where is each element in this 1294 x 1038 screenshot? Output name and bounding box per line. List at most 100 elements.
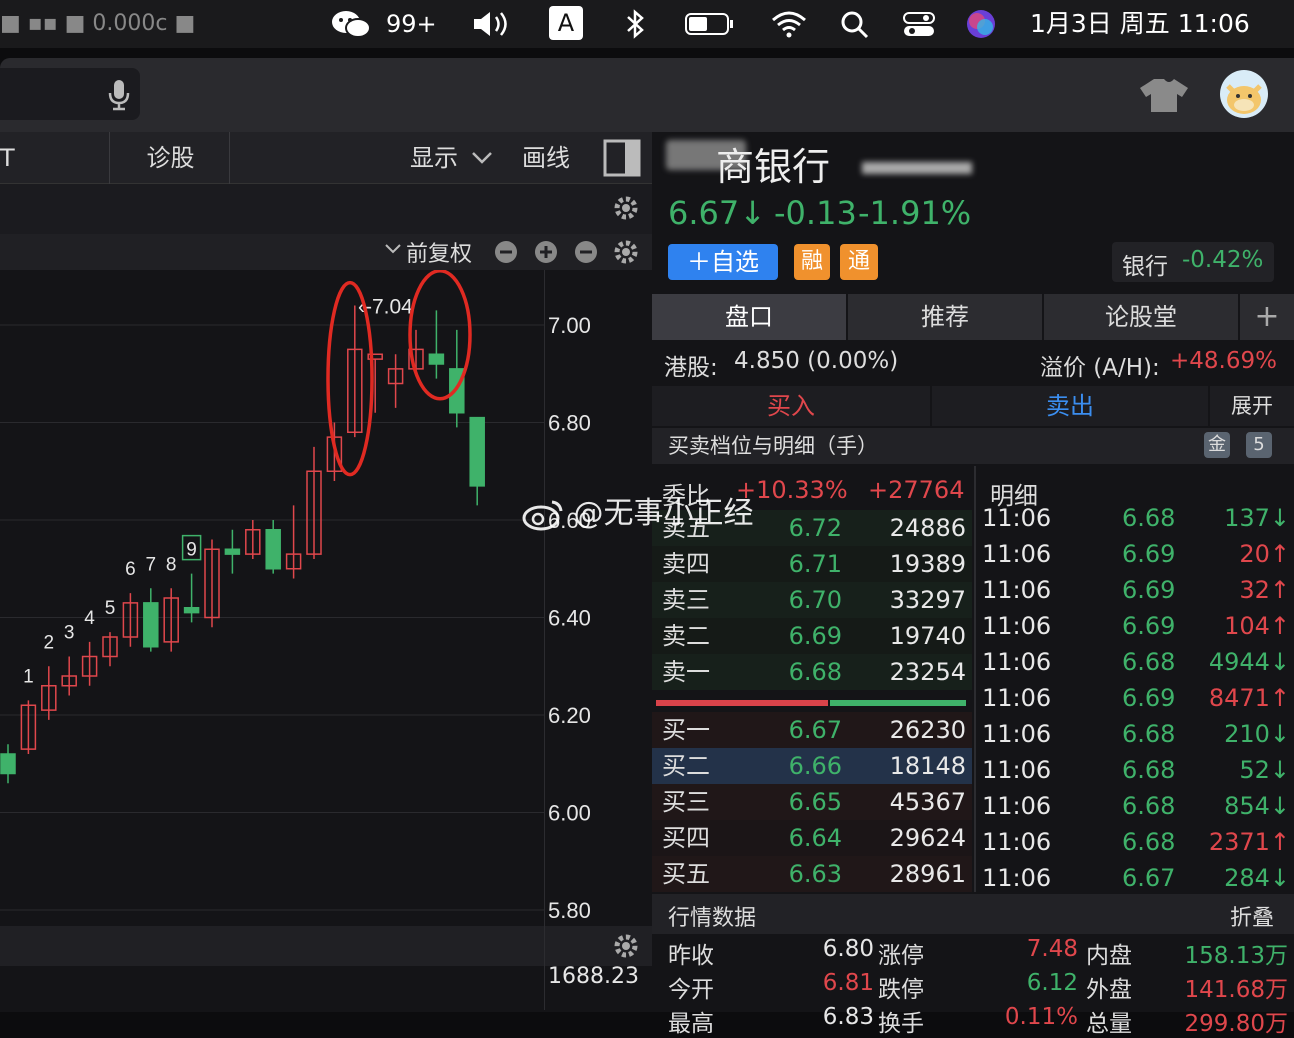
tick-volume: 20↑ [1239, 540, 1290, 568]
add-tab-icon[interactable]: + [1240, 294, 1294, 340]
chevron-down-icon[interactable] [470, 148, 494, 172]
tick-row: 11:06 6.69 20↑ [982, 536, 1294, 572]
tick-volume: 8471↑ [1208, 684, 1290, 712]
ask-level-2[interactable]: 卖二 6.69 19740 [652, 618, 972, 654]
candlestick-plot[interactable]: 7.006.806.606.406.206.005.8012 34 56 7 89‹-7… [0, 270, 652, 926]
tab-recommend[interactable]: 推荐 [848, 294, 1042, 340]
tick-time: 11:06 [982, 864, 1052, 892]
tick-row: 11:06 6.68 4944↓ [982, 644, 1294, 680]
tab-forum[interactable]: 论股堂 [1044, 294, 1238, 340]
microphone-icon[interactable] [106, 78, 132, 116]
sequence-tag: 9 [186, 540, 197, 561]
market-value: 299.80万 [1184, 1011, 1288, 1037]
tick-price: 6.69 [1122, 612, 1176, 640]
sell-strength-bar [830, 700, 966, 706]
chevron-down-icon[interactable] [384, 240, 402, 262]
sector-chip[interactable]: 银行 -0.42% [1112, 242, 1274, 282]
quote-panel: 商银行 6.67↓ -0.13 -1.91% ＋自选 融 通 银行 -0.42%… [652, 132, 1294, 1037]
ask-level-label: 卖二 [662, 622, 710, 650]
avatar[interactable] [1220, 70, 1268, 118]
premium-value: +48.69% [1170, 348, 1277, 374]
wechat-icon[interactable] [330, 8, 374, 48]
ask-level-volume: 33297 [889, 586, 966, 614]
bid-level-volume: 18148 [889, 752, 966, 780]
settings-gear-icon[interactable] [612, 238, 640, 270]
blurred-code [862, 162, 972, 174]
ask-level-4[interactable]: 卖四 6.71 19389 [652, 546, 972, 582]
ask-level-price: 6.71 [788, 550, 842, 578]
sequence-tag: 1 [23, 666, 34, 687]
tick-row: 11:06 6.69 104↑ [982, 608, 1294, 644]
ask-level-3[interactable]: 卖三 6.70 33297 [652, 582, 972, 618]
panel-toggle-icon[interactable] [603, 139, 641, 181]
buy-button[interactable]: 买入 [652, 386, 930, 426]
fold-button[interactable]: 折叠 [1230, 900, 1274, 932]
adjust-mode-dropdown[interactable]: 前复权 [406, 236, 472, 268]
bid-level-4[interactable]: 买四 6.64 29624 [652, 820, 972, 856]
sequence-tag: 4 [84, 608, 95, 629]
input-method-icon[interactable]: A [549, 6, 583, 40]
tick-volume: 104↑ [1224, 612, 1290, 640]
sequence-tag: 7 [146, 554, 157, 575]
sub-indicator-bar [0, 926, 652, 966]
market-label: 换手 [878, 1011, 924, 1037]
sector-name: 银行 [1122, 254, 1168, 280]
siri-icon[interactable] [964, 8, 998, 48]
settings-gear-icon[interactable] [612, 932, 640, 964]
level-five-badge[interactable]: 5 [1246, 432, 1272, 458]
zoom-in-icon[interactable] [534, 240, 558, 268]
bluetooth-icon[interactable] [623, 8, 647, 48]
bid-level-label: 买四 [662, 824, 710, 852]
tick-time: 11:06 [982, 612, 1052, 640]
wifi-icon[interactable] [770, 8, 808, 48]
bid-level-2[interactable]: 买二 6.66 18148 [652, 748, 972, 784]
settings-gear-icon[interactable] [612, 194, 640, 226]
bid-level-1[interactable]: 买一 6.67 26230 [652, 712, 972, 748]
bid-level-price: 6.66 [788, 752, 842, 780]
menu-bar-datetime[interactable]: 1月3日 周五 11:06 [1030, 8, 1250, 40]
tick-price: 6.68 [1122, 504, 1176, 532]
tick-volume: 2371↑ [1208, 828, 1290, 856]
zoom-out-icon[interactable] [494, 240, 518, 268]
expand-button[interactable]: 展开 [1210, 386, 1294, 426]
skin-theme-icon[interactable] [1138, 76, 1190, 118]
add-watchlist-button[interactable]: ＋自选 [668, 244, 778, 280]
bid-level-price: 6.65 [788, 788, 842, 816]
tick-time: 11:06 [982, 576, 1052, 604]
ask-level-price: 6.72 [788, 514, 842, 542]
market-label: 今开 [668, 977, 714, 1003]
tick-row: 11:06 6.69 8471↑ [982, 680, 1294, 716]
draw-line-button[interactable]: 画线 [514, 132, 578, 184]
margin-badge[interactable]: 融 [794, 244, 830, 280]
bid-level-volume: 26230 [889, 716, 966, 744]
tick-price: 6.69 [1122, 684, 1176, 712]
ask-level-label: 卖四 [662, 550, 710, 578]
connect-badge[interactable]: 通 [840, 244, 878, 280]
volume-icon[interactable] [470, 8, 514, 48]
tick-row: 11:06 6.67 284↓ [982, 860, 1294, 896]
sequence-tag: 5 [105, 598, 116, 619]
market-label: 跌停 [878, 977, 924, 1003]
bid-level-5[interactable]: 买五 6.63 28961 [652, 856, 972, 892]
display-dropdown[interactable]: 显示 [404, 132, 464, 184]
bid-level-3[interactable]: 买三 6.65 45367 [652, 784, 972, 820]
spotlight-search-icon[interactable] [840, 8, 870, 48]
search-input[interactable] [0, 68, 140, 120]
sequence-tag: 3 [64, 623, 75, 644]
tab-orderbook[interactable]: 盘口 [652, 294, 846, 340]
diagnose-button[interactable]: 诊股 [112, 132, 230, 184]
sell-button[interactable]: 卖出 [932, 386, 1208, 426]
market-value: 6.81 [822, 970, 874, 996]
control-center-icon[interactable] [902, 8, 936, 48]
market-value: 6.80 [822, 936, 874, 962]
gold-badge[interactable]: 金 [1204, 432, 1230, 458]
y-axis-label: 7.00 [548, 313, 591, 338]
ask-level-1[interactable]: 卖一 6.68 23254 [652, 654, 972, 690]
price-change-pct: -1.91% [858, 194, 972, 232]
tick-price: 6.69 [1122, 576, 1176, 604]
kline-chart[interactable]: 前复权 7.00 6.80 6.60 6.40 6.20 6.00 5.80 1 2 3 4 5 6 7 8… [0, 184, 652, 1012]
market-data-row: 今开 6.81 跌停 6.12 外盘 141.68万 [652, 970, 1294, 1004]
minus-icon[interactable] [574, 240, 598, 268]
tab-partial[interactable]: T [0, 132, 110, 184]
tick-volume: 854↓ [1224, 792, 1290, 820]
